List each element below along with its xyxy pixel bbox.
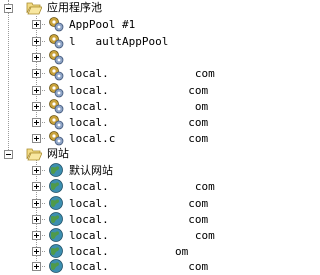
tree-node-app-pool[interactable]: l aultAppPool — [0, 33, 248, 50]
app-pool-label: AppPool #1 — [69, 18, 136, 31]
app-pool-icon — [49, 66, 64, 81]
app-pool-label: local. com — [69, 67, 215, 80]
web-site-label: local. om — [69, 245, 189, 258]
iis-tree-view[interactable]: 应用程序池 AppPool #1 l aultAppPool local. co… — [0, 0, 248, 274]
app-pool-label: local. com — [69, 84, 209, 97]
tree-node-web-site[interactable]: local. com — [0, 195, 248, 212]
app-pool-icon — [49, 115, 64, 130]
web-site-label: local. com — [69, 260, 209, 273]
app-pool-icon — [49, 17, 64, 32]
globe-icon — [49, 163, 63, 177]
tree-node-app-pool[interactable]: local. om — [0, 98, 248, 115]
expand-toggle[interactable] — [32, 118, 41, 127]
expand-toggle[interactable] — [32, 199, 41, 208]
expand-toggle[interactable] — [32, 37, 41, 46]
app-pool-label: l aultAppPool — [69, 35, 169, 48]
expand-toggle[interactable] — [32, 86, 41, 95]
app-pools-label: 应用程序池 — [47, 1, 102, 14]
expand-toggle[interactable] — [32, 166, 41, 175]
web-sites-label: 网站 — [47, 147, 69, 160]
web-site-label: local. com — [69, 180, 215, 193]
expand-toggle[interactable] — [32, 247, 41, 256]
app-pool-label: local. om — [69, 100, 209, 113]
app-pool-icon — [49, 50, 64, 65]
globe-icon — [49, 259, 63, 273]
web-site-label: local. com — [69, 229, 215, 242]
app-pool-icon — [49, 131, 64, 146]
globe-icon — [49, 228, 63, 242]
tree-node-app-pools[interactable]: 应用程序池 — [0, 0, 248, 17]
expand-toggle[interactable] — [32, 102, 41, 111]
app-pool-label — [68, 50, 70, 65]
app-pool-label: local. com — [69, 116, 209, 129]
expand-toggle[interactable] — [32, 231, 41, 240]
tree-node-web-site[interactable]: local. com — [0, 227, 248, 244]
globe-icon — [49, 244, 63, 258]
collapse-toggle[interactable] — [4, 150, 13, 159]
tree-node-app-pool[interactable]: local. com — [0, 65, 248, 82]
web-site-label: 默认网站 — [69, 164, 113, 177]
folder-open-icon — [26, 2, 42, 15]
tree-node-web-site[interactable]: local. com — [0, 211, 248, 228]
app-pool-icon — [49, 99, 64, 114]
tree-node-app-pool[interactable] — [0, 49, 248, 66]
expand-toggle[interactable] — [32, 215, 41, 224]
globe-icon — [49, 179, 63, 193]
tree-node-web-sites[interactable]: 网站 — [0, 146, 248, 163]
tree-node-app-pool[interactable]: AppPool #1 — [0, 16, 248, 33]
tree-node-web-site[interactable]: local. com — [0, 178, 248, 195]
tree-node-web-site[interactable]: local. com — [0, 258, 248, 275]
tree-node-app-pool[interactable]: local.c com — [0, 130, 248, 147]
expand-toggle[interactable] — [32, 182, 41, 191]
collapse-toggle[interactable] — [4, 4, 13, 13]
app-pool-label: local.c com — [69, 132, 209, 145]
app-pool-icon — [49, 34, 64, 49]
folder-open-icon — [26, 148, 42, 161]
web-site-label: local. com — [69, 197, 209, 210]
expand-toggle[interactable] — [32, 134, 41, 143]
expand-toggle[interactable] — [32, 20, 41, 29]
web-site-label: local. com — [69, 213, 209, 226]
tree-node-app-pool[interactable]: local. com — [0, 114, 248, 131]
tree-node-web-site[interactable]: 默认网站 — [0, 162, 248, 179]
globe-icon — [49, 212, 63, 226]
globe-icon — [49, 196, 63, 210]
expand-toggle[interactable] — [32, 69, 41, 78]
expand-toggle[interactable] — [32, 53, 41, 62]
expand-toggle[interactable] — [32, 262, 41, 271]
app-pool-icon — [49, 83, 64, 98]
tree-node-app-pool[interactable]: local. com — [0, 82, 248, 99]
